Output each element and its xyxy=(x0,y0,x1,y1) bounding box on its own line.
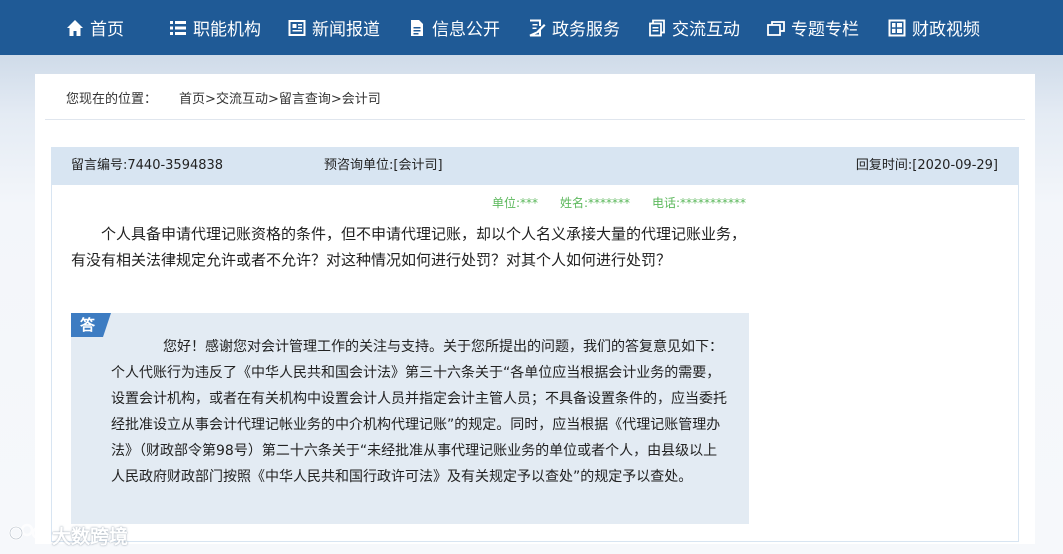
message-meta-bar: 留言编号:7440-3594838 预咨询单位:[会计司] 回复时间:[2020… xyxy=(51,147,1019,185)
message-id: 留言编号:7440-3594838 xyxy=(71,158,224,173)
answer-text: 您好！感谢您对会计管理工作的关注与支持。关于您所提出的问题，我们的答复意见如下：… xyxy=(111,339,727,485)
breadcrumb-home-link[interactable]: 首页 xyxy=(179,92,205,107)
question-text: 个人具备申请代理记账资格的条件，但不申请代理记账，却以个人名义承接大量的代理记账… xyxy=(71,225,747,269)
nav-item-label: 信息公开 xyxy=(432,20,500,40)
nav-item-news[interactable]: 新闻报道 xyxy=(288,0,380,55)
watermark-icon xyxy=(8,521,48,549)
contact-name: 姓名:******* xyxy=(560,196,631,210)
nav-item-label: 政务服务 xyxy=(552,20,620,40)
nav-item-label: 财政视频 xyxy=(912,20,980,40)
nav-item-label: 专题专栏 xyxy=(791,20,859,40)
divider xyxy=(45,119,1025,120)
contact-phone: 电话:*********** xyxy=(652,196,747,210)
list-icon xyxy=(169,19,187,37)
contact-unit: 单位:*** xyxy=(492,196,539,210)
nav-item-home[interactable]: 首页 xyxy=(66,0,124,55)
nav-item-label: 交流互动 xyxy=(672,20,740,40)
nav-item-special-topics[interactable]: 专题专栏 xyxy=(767,0,859,55)
nav-item-gov-services[interactable]: 政务服务 xyxy=(528,0,620,55)
nav-item-finance-video[interactable]: 财政视频 xyxy=(888,0,980,55)
reply-time: 回复时间:[2020-09-29] xyxy=(855,158,998,173)
window-icon xyxy=(767,19,785,37)
chat-icon xyxy=(648,19,666,37)
breadcrumb-accounting-dept-link[interactable]: 会计司 xyxy=(342,92,381,107)
breadcrumb-separator: > xyxy=(267,92,279,107)
nav-item-label: 新闻报道 xyxy=(312,20,380,40)
nav-item-label: 职能机构 xyxy=(193,20,261,40)
answer-tag: 答 xyxy=(71,313,111,337)
nav-item-interaction[interactable]: 交流互动 xyxy=(648,0,740,55)
breadcrumb-separator: > xyxy=(205,92,216,107)
breadcrumb: 您现在的位置： 首页>交流互动>留言查询>会计司 xyxy=(66,90,381,110)
document-icon xyxy=(408,19,426,37)
answer-tag-label: 答 xyxy=(80,316,96,334)
form-icon xyxy=(528,19,546,37)
nav-item-info-disclosure[interactable]: 信息公开 xyxy=(408,0,500,55)
video-icon xyxy=(888,19,906,37)
newspaper-icon xyxy=(288,19,306,37)
top-navigation-bar: 首页 职能机构 新闻报道 信息公开 政务服务 交流互动 专题专栏 财政视频 xyxy=(0,0,1063,55)
watermark-logo: 大数跨境 xyxy=(8,520,128,550)
consult-unit: 预咨询单位:[会计司] xyxy=(324,158,443,173)
breadcrumb-separator: > xyxy=(330,92,342,107)
breadcrumb-message-query-link[interactable]: 留言查询 xyxy=(279,92,331,107)
nav-item-departments[interactable]: 职能机构 xyxy=(169,0,261,55)
breadcrumb-label: 您现在的位置： xyxy=(66,92,158,107)
watermark-text: 大数跨境 xyxy=(52,525,129,548)
home-icon xyxy=(66,19,84,37)
breadcrumb-interaction-link[interactable]: 交流互动 xyxy=(216,92,268,107)
nav-item-label: 首页 xyxy=(90,20,124,40)
